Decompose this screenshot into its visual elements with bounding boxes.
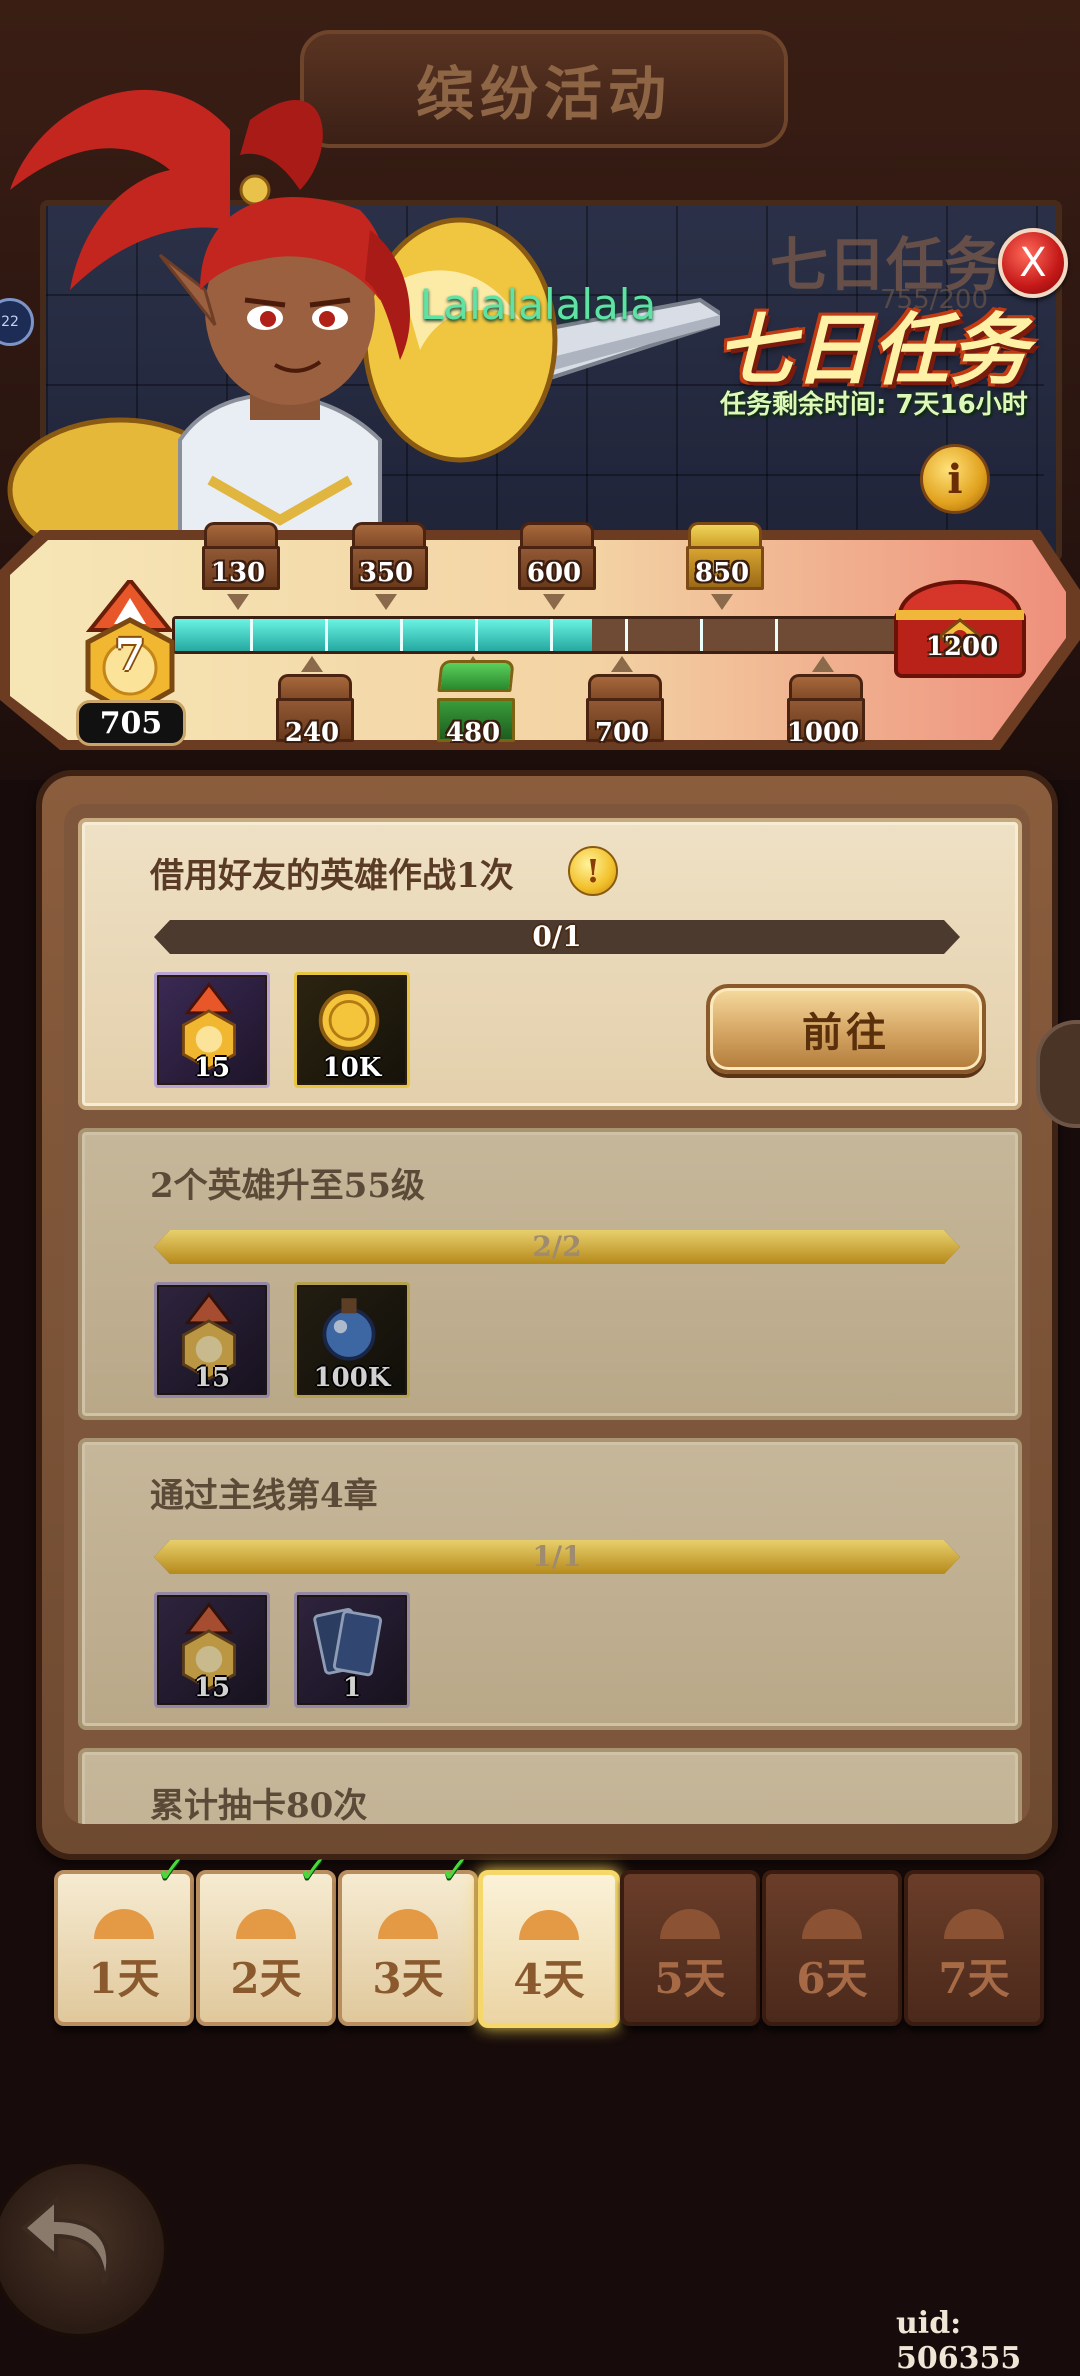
task-card: 借用好友的英雄作战1次 ! 0/1 15 10K 前往 bbox=[78, 818, 1022, 1110]
reward-item[interactable]: 15 bbox=[154, 1592, 270, 1708]
task-progress-bar: 2/2 bbox=[154, 1230, 960, 1264]
milestone-label-350: 350 bbox=[358, 558, 414, 588]
reward-item[interactable]: 15 bbox=[154, 972, 270, 1088]
day-tab-5[interactable]: 5天 bbox=[620, 1870, 760, 2026]
milestone-label-480: 480 bbox=[445, 718, 501, 748]
reward-item[interactable]: 15 bbox=[154, 1282, 270, 1398]
progress-tick bbox=[475, 619, 478, 651]
day-tab-1[interactable]: ✓ 1天 bbox=[54, 1850, 194, 2026]
reward-quantity: 10K bbox=[322, 1053, 382, 1083]
milestone-marker bbox=[711, 594, 733, 610]
final-reward-chest-icon[interactable] bbox=[890, 572, 1030, 682]
progress-tick bbox=[550, 619, 553, 651]
progress-tick bbox=[250, 619, 253, 651]
milestone-label-130: 130 bbox=[210, 558, 266, 588]
milestone-marker bbox=[301, 656, 323, 672]
reward-item[interactable]: 1 bbox=[294, 1592, 410, 1708]
task-progress-text: 0/1 bbox=[532, 920, 582, 953]
back-arrow-icon bbox=[20, 2195, 111, 2285]
day-tab-label: 2天 bbox=[230, 1954, 302, 2003]
task-progress-text: 1/1 bbox=[532, 1540, 582, 1573]
go-button[interactable]: 前往 bbox=[706, 984, 986, 1074]
check-icon: ✓ bbox=[297, 1850, 328, 1891]
task-progress-text: 2/2 bbox=[532, 1230, 582, 1263]
task-card: 通过主线第4章 1/1 15 1 bbox=[78, 1438, 1022, 1730]
milestone-label-240: 240 bbox=[284, 718, 340, 748]
reward-item[interactable]: 100K bbox=[294, 1282, 410, 1398]
milestone-progress-fill bbox=[175, 619, 593, 651]
task-title: 借用好友的英雄作战1次 bbox=[150, 856, 514, 896]
task-progress-bar: 1/1 bbox=[154, 1540, 960, 1574]
level-number: 7 bbox=[114, 630, 146, 681]
milestone-marker bbox=[375, 594, 397, 610]
sun-icon bbox=[802, 1909, 862, 1939]
milestone-marker bbox=[611, 656, 633, 672]
milestone-marker bbox=[227, 594, 249, 610]
task-card: 累计抽卡80次 bbox=[78, 1748, 1022, 1824]
check-icon: ✓ bbox=[439, 1850, 470, 1891]
task-panel: 借用好友的英雄作战1次 ! 0/1 15 10K 前往 2个英雄升至55级 2/… bbox=[36, 770, 1058, 1860]
day-tab-3[interactable]: ✓ 3天 bbox=[338, 1850, 478, 2026]
progress-tick bbox=[775, 619, 778, 651]
sun-icon bbox=[660, 1909, 720, 1939]
sun-icon bbox=[519, 1910, 579, 1940]
progress-tick bbox=[625, 619, 628, 651]
progress-tick bbox=[700, 619, 703, 651]
day-tab-label: 3天 bbox=[372, 1954, 444, 2003]
task-list[interactable]: 借用好友的英雄作战1次 ! 0/1 15 10K 前往 2个英雄升至55级 2/… bbox=[64, 804, 1030, 1824]
time-remaining: 任务剩余时间: 7天16小时 bbox=[720, 390, 1028, 420]
day-tab-2[interactable]: ✓ 2天 bbox=[196, 1850, 336, 2026]
task-progress-bar: 0/1 bbox=[154, 920, 960, 954]
milestone-progress-banner: 7 705 130 350 600 850 240 480 700 1000 1… bbox=[0, 500, 1080, 770]
sun-icon bbox=[236, 1909, 296, 1939]
day-tab-7[interactable]: 7天 bbox=[904, 1870, 1044, 2026]
milestone-label-850: 850 bbox=[694, 558, 750, 588]
warning-icon[interactable]: ! bbox=[568, 846, 618, 896]
reward-quantity: 1 bbox=[342, 1673, 362, 1703]
sun-icon bbox=[378, 1909, 438, 1939]
check-icon: ✓ bbox=[155, 1850, 186, 1891]
task-card: 2个英雄升至55级 2/2 15 100K bbox=[78, 1128, 1022, 1420]
task-title: 2个英雄升至55级 bbox=[150, 1166, 425, 1206]
day-tab-label: 5天 bbox=[654, 1954, 726, 2003]
reward-quantity: 15 bbox=[193, 1673, 231, 1703]
activity-points: 705 bbox=[76, 700, 186, 746]
milestone-marker bbox=[812, 656, 834, 672]
milestone-label-700: 700 bbox=[594, 718, 650, 748]
day-tab-label: 6天 bbox=[796, 1954, 868, 2003]
reward-quantity: 15 bbox=[193, 1053, 231, 1083]
day-tab-label: 4天 bbox=[513, 1955, 585, 2004]
user-id: uid: 506355 bbox=[896, 2306, 1022, 2376]
milestone-label-600: 600 bbox=[526, 558, 582, 588]
day-tab-label: 1天 bbox=[88, 1954, 160, 2003]
milestone-label-1000: 1000 bbox=[786, 718, 860, 748]
back-button[interactable] bbox=[0, 2160, 168, 2338]
day-tab-6[interactable]: 6天 bbox=[762, 1870, 902, 2026]
milestone-marker bbox=[543, 594, 565, 610]
progress-tick bbox=[325, 619, 328, 651]
task-title: 通过主线第4章 bbox=[150, 1476, 378, 1516]
task-title: 累计抽卡80次 bbox=[150, 1786, 368, 1824]
close-icon: X bbox=[1019, 240, 1047, 286]
day-tab-4[interactable]: 4天 bbox=[478, 1870, 620, 2028]
player-name: Lalalalalala bbox=[420, 280, 657, 329]
sun-icon bbox=[944, 1909, 1004, 1939]
reward-quantity: 100K bbox=[313, 1363, 391, 1393]
day-tab-label: 7天 bbox=[938, 1954, 1010, 2003]
close-button[interactable]: X bbox=[998, 228, 1068, 298]
info-icon: i bbox=[947, 455, 963, 503]
milestone-label-1200: 1200 bbox=[925, 632, 999, 662]
reward-item[interactable]: 10K bbox=[294, 972, 410, 1088]
sun-icon bbox=[94, 1909, 154, 1939]
reward-quantity: 15 bbox=[193, 1363, 231, 1393]
warning-mark: ! bbox=[585, 852, 601, 890]
progress-tick bbox=[400, 619, 403, 651]
